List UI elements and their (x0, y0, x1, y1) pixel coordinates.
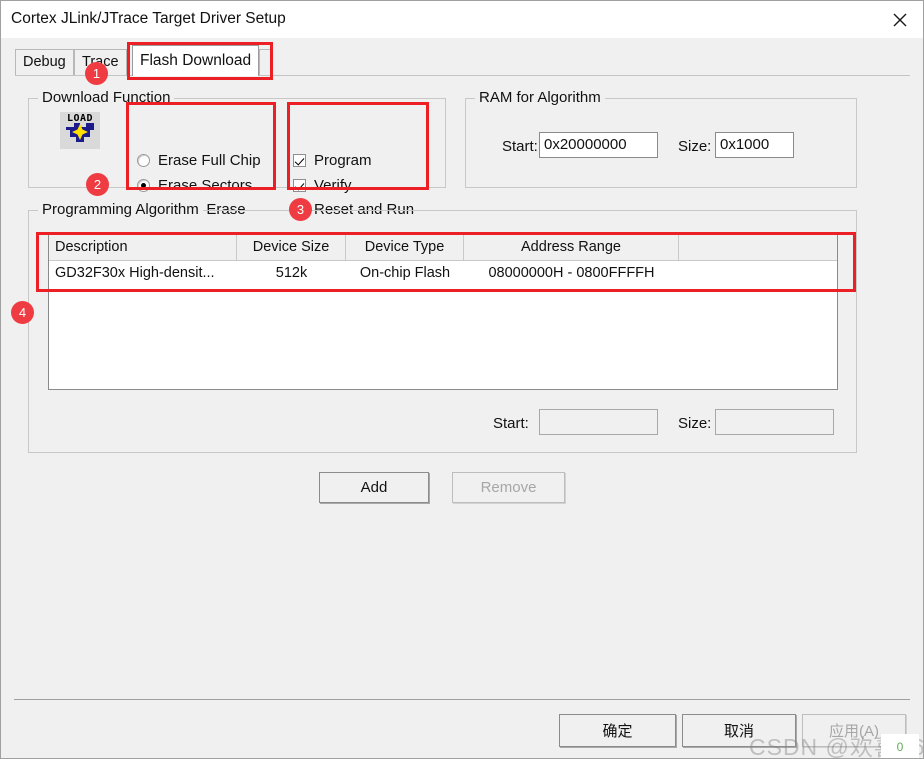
radio-erase-sectors[interactable]: Erase Sectors (137, 175, 252, 195)
ram-start-input[interactable]: 0x20000000 (539, 132, 658, 158)
tab-flash-download[interactable]: Flash Download (132, 45, 260, 76)
cell-device-type: On-chip Flash (359, 265, 451, 281)
programming-algorithm-title: Programming Algorithm (38, 201, 203, 218)
radio-indicator (137, 178, 150, 192)
column-header-device-size[interactable]: Device Size (237, 235, 346, 260)
cell-spacer (679, 261, 837, 287)
footer-separator (14, 699, 910, 700)
ram-size-label: Size: (678, 138, 712, 155)
dialog-window: Cortex JLink/JTrace Target Driver Setup … (0, 0, 924, 759)
annotation-badge-1: 1 (85, 62, 108, 85)
title-bar: Cortex JLink/JTrace Target Driver Setup (1, 1, 923, 38)
checkbox-indicator (293, 178, 306, 192)
ram-start-label: Start: (502, 138, 538, 155)
checkbox-indicator (293, 153, 306, 167)
algorithm-size-input[interactable] (715, 409, 834, 435)
cell-address-range: 08000000H - 0800FFFFH (488, 265, 655, 281)
radio-label: Erase Full Chip (158, 151, 261, 169)
ok-button[interactable]: 确定 (559, 714, 676, 747)
algorithm-start-label: Start: (493, 415, 529, 432)
checkbox-label: Verify (314, 176, 352, 194)
annotation-badge-2: 2 (86, 173, 109, 196)
checkbox-program[interactable]: Program (293, 150, 372, 170)
cancel-button[interactable]: 取消 (682, 714, 796, 747)
column-header-spacer[interactable] (679, 235, 837, 260)
algorithm-start-input[interactable] (539, 409, 658, 435)
list-header-row: Description Device Size Device Type Addr… (49, 235, 837, 261)
dialog-client-area: Debug Trace Flash Download Download Func… (2, 38, 922, 757)
radio-indicator (137, 153, 150, 167)
annotation-badge-3: 3 (289, 198, 312, 221)
window-title: Cortex JLink/JTrace Target Driver Setup (11, 10, 286, 27)
checkbox-label: Program (314, 151, 372, 169)
column-header-address-range[interactable]: Address Range (464, 235, 679, 260)
annotation-badge-4: 4 (11, 301, 34, 324)
ram-size-input[interactable]: 0x1000 (715, 132, 794, 158)
checkbox-verify[interactable]: Verify (293, 175, 352, 195)
algorithm-size-label: Size: (678, 415, 712, 432)
close-icon[interactable] (877, 1, 923, 38)
table-row[interactable]: GD32F30x High-densit... 512k On-chip Fla… (49, 261, 837, 287)
watermark-badge: 0 (881, 734, 919, 758)
tab-debug[interactable]: Debug (15, 49, 74, 75)
programming-algorithm-list[interactable]: Description Device Size Device Type Addr… (48, 234, 838, 390)
column-header-device-type[interactable]: Device Type (346, 235, 464, 260)
cell-description: GD32F30x High-densit... (55, 265, 215, 281)
column-header-description[interactable]: Description (49, 235, 237, 260)
radio-label: Erase Sectors (158, 176, 253, 194)
radio-erase-full-chip[interactable]: Erase Full Chip (137, 150, 261, 170)
download-function-title: Download Function (38, 89, 175, 106)
add-button[interactable]: Add (319, 472, 429, 503)
cell-device-size: 512k (275, 265, 308, 281)
load-icon: LOAD (60, 112, 100, 149)
ram-for-algorithm-title: RAM for Algorithm (475, 89, 605, 106)
remove-button: Remove (452, 472, 565, 503)
tab-overflow-spacer (259, 49, 273, 75)
